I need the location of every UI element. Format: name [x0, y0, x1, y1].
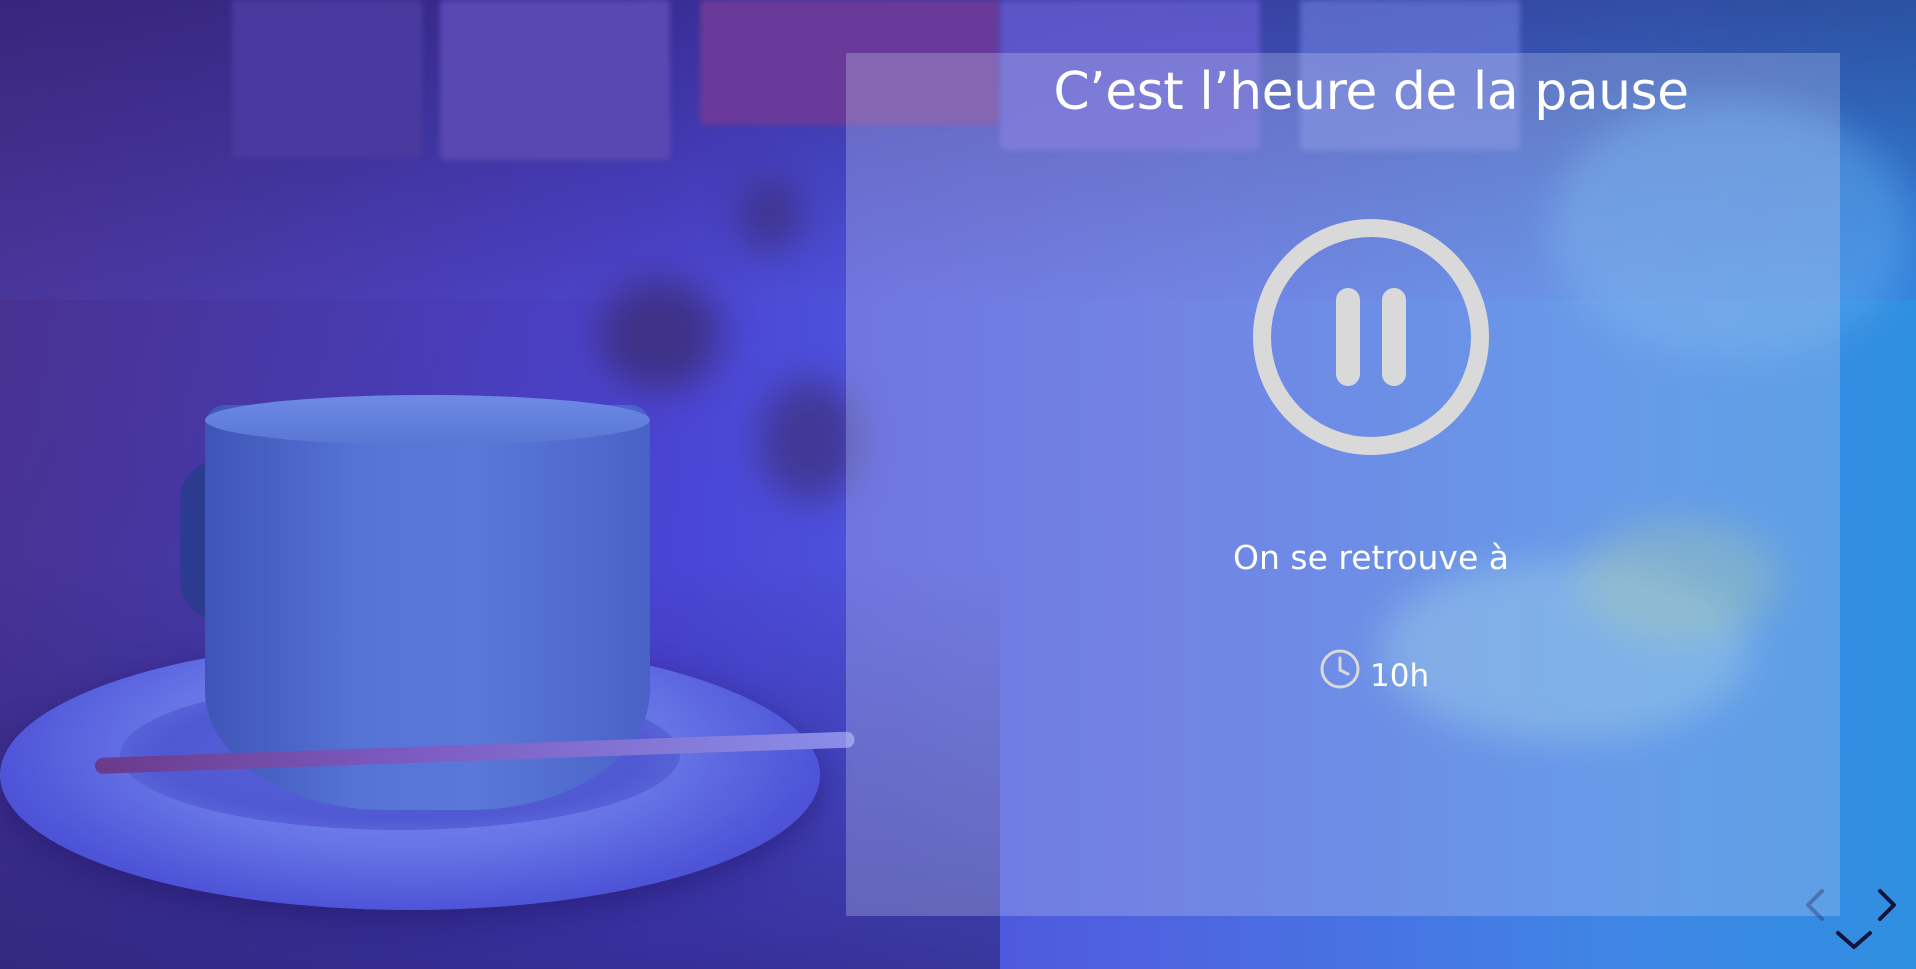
resume-time: 10h	[1318, 645, 1430, 694]
pause-circle-icon	[1253, 219, 1489, 455]
slide-title: C’est l’heure de la pause	[1053, 62, 1689, 122]
break-message: On se retrouve à	[1233, 538, 1509, 577]
chevron-left-icon	[1806, 889, 1824, 921]
down-slide-button[interactable]	[1832, 925, 1876, 955]
content-panel	[846, 53, 1840, 916]
chevron-down-icon	[1836, 931, 1872, 949]
background-plant	[760, 380, 860, 500]
resume-time-value: 10h	[1370, 658, 1430, 694]
clock-icon	[1320, 649, 1360, 689]
background-frame	[232, 0, 422, 158]
previous-slide-button[interactable]	[1800, 885, 1828, 925]
chevron-right-icon	[1878, 889, 1896, 921]
background-plant	[740, 180, 800, 250]
background-plant	[600, 280, 720, 390]
slide-stage: C’est l’heure de la pause On se retrouve…	[0, 0, 1916, 969]
cup-rim	[205, 395, 650, 445]
background-frame	[440, 0, 670, 160]
next-slide-button[interactable]	[1874, 885, 1902, 925]
